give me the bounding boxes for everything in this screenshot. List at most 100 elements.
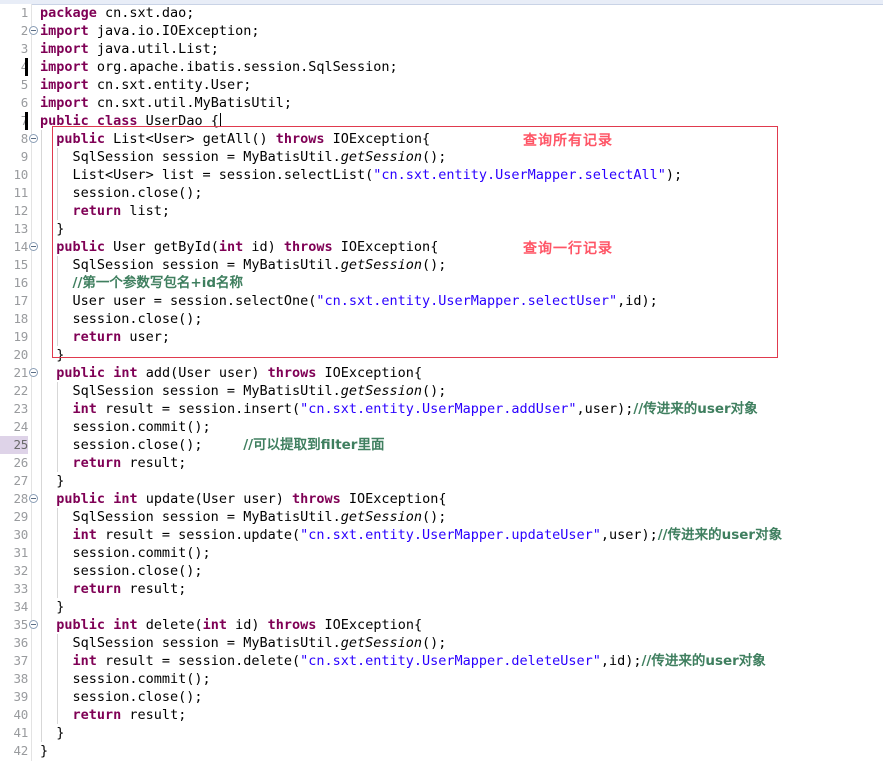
plain-code: id) [243, 239, 284, 255]
line-number: 32 [13, 563, 29, 578]
code-line[interactable]: 36 SqlSession session = MyBatisUtil.getS… [0, 634, 883, 652]
plain-code: (); [422, 149, 447, 165]
code-text: return list; [40, 202, 171, 220]
java-keyword: int [72, 527, 97, 543]
code-content-area[interactable]: 1 package cn.sxt.dao; 2 import java.io.IOEx… [0, 4, 883, 761]
line-number: 40 [13, 707, 29, 722]
code-line[interactable]: 26 return result; [0, 454, 883, 472]
fold-collapse-icon[interactable] [29, 26, 38, 35]
code-line[interactable]: 39 session.close(); [0, 688, 883, 706]
code-line[interactable]: 11 session.close(); [0, 184, 883, 202]
fold-collapse-icon[interactable] [29, 620, 38, 629]
string-literal: "cn.sxt.entity.UserMapper.deleteUser" [300, 653, 601, 669]
code-line[interactable]: 30 int result = session.update("cn.sxt.e… [0, 526, 883, 544]
java-keyword: int [113, 491, 138, 507]
plain-code: session.close(); [40, 185, 203, 201]
java-keyword: public [56, 239, 106, 255]
plain-code: ,user); [576, 401, 634, 417]
code-line[interactable]: 28 public int update(User user) throws I… [0, 490, 883, 508]
fold-collapse-icon[interactable] [29, 242, 38, 251]
code-text: SqlSession session = MyBatisUtil.getSess… [40, 382, 447, 400]
java-keyword: import [40, 23, 89, 39]
code-line[interactable]: 14 public User getById(int id) throws IO… [0, 238, 883, 256]
code-text: int result = session.insert("cn.sxt.enti… [40, 400, 758, 418]
line-number: 14 [13, 239, 29, 254]
plain-code: java.util.List; [88, 41, 219, 57]
code-line[interactable]: 37 int result = session.delete("cn.sxt.e… [0, 652, 883, 670]
code-line[interactable]: 23 int result = session.insert("cn.sxt.e… [0, 400, 883, 418]
code-line[interactable]: 35 public int delete(int id) throws IOEx… [0, 616, 883, 634]
code-line[interactable]: 38 session.commit(); [0, 670, 883, 688]
java-keyword: throws [275, 131, 325, 147]
code-line[interactable]: 5 import cn.sxt.entity.User; [0, 76, 883, 94]
code-line[interactable]: 29 SqlSession session = MyBatisUtil.getS… [0, 508, 883, 526]
plain-code: SqlSession session = MyBatisUtil. [40, 509, 341, 525]
code-line[interactable]: 12 return list; [0, 202, 883, 220]
plain-code [40, 275, 73, 291]
code-line[interactable]: 2 import java.io.IOException; [0, 22, 883, 40]
code-line[interactable]: 15 SqlSession session = MyBatisUtil.getS… [0, 256, 883, 274]
line-number: 42 [13, 743, 29, 758]
fold-collapse-icon[interactable] [29, 368, 38, 377]
code-text: session.commit(); [40, 418, 211, 436]
line-number: 9 [20, 149, 29, 164]
code-line[interactable]: 24 session.commit(); [0, 418, 883, 436]
plain-code: result; [121, 581, 187, 597]
code-line[interactable]: 9 SqlSession session = MyBatisUtil.getSe… [0, 148, 883, 166]
code-line[interactable]: 10 List<User> list = session.selectList(… [0, 166, 883, 184]
code-line[interactable]: 31 session.commit(); [0, 544, 883, 562]
code-line[interactable]: 25 session.close(); //可以提取到filter里面 [0, 436, 883, 454]
java-keyword: import [40, 59, 89, 75]
query-all-records: 查询所有记录 [523, 133, 613, 149]
code-line[interactable]: 33 return result; [0, 580, 883, 598]
fold-collapse-icon[interactable] [29, 494, 38, 503]
java-keyword: package [40, 5, 97, 21]
java-keyword: int [113, 365, 138, 381]
code-line[interactable]: 21 public int add(User user) throws IOEx… [0, 364, 883, 382]
code-line[interactable]: 13 } [0, 220, 883, 238]
code-line[interactable]: 4 import org.apache.ibatis.session.SqlSes… [0, 58, 883, 76]
java-keyword: throws [267, 365, 317, 381]
line-number: 21 [13, 365, 29, 380]
code-line[interactable]: 8 public List<User> getAll() throws IOEx… [0, 130, 883, 148]
code-line[interactable]: 20 } [0, 346, 883, 364]
code-line[interactable]: 22 SqlSession session = MyBatisUtil.getS… [0, 382, 883, 400]
code-comment: //传进来的user对象 [657, 527, 783, 543]
plain-code: (); [422, 509, 447, 525]
code-line[interactable]: 42} [0, 742, 883, 760]
plain-code: (); [422, 383, 447, 399]
code-line[interactable]: 18 session.close(); [0, 310, 883, 328]
code-text: public int update(User user) throws IOEx… [40, 490, 446, 508]
plain-code: UserDao { [137, 113, 219, 129]
code-line[interactable]: 3 import java.util.List; [0, 40, 883, 58]
plain-code: IOException{ [324, 131, 431, 147]
line-number: 22 [13, 383, 29, 398]
java-code-editor[interactable]: 1 package cn.sxt.dao; 2 import java.io.IOEx… [0, 0, 883, 761]
plain-code: ); [665, 167, 683, 183]
code-text: session.commit(); [40, 544, 211, 562]
code-text: return result; [40, 454, 187, 472]
code-text: import cn.sxt.entity.User; [40, 76, 251, 94]
code-line[interactable]: 19 return user; [0, 328, 883, 346]
line-number: 18 [13, 311, 29, 326]
plain-code [40, 581, 73, 597]
plain-code: (); [422, 257, 447, 273]
plain-code: cn.sxt.util.MyBatisUtil; [88, 95, 292, 111]
query-one-record: 查询一行记录 [523, 241, 613, 257]
code-text: import java.io.IOException; [40, 22, 259, 40]
code-line[interactable]: 1 package cn.sxt.dao; [0, 4, 883, 22]
code-line[interactable]: 34 } [0, 598, 883, 616]
line-number: 27 [13, 473, 29, 488]
plain-code: IOException{ [316, 617, 423, 633]
code-line[interactable]: 32 session.close(); [0, 562, 883, 580]
code-line[interactable]: 40 return result; [0, 706, 883, 724]
code-line[interactable]: 7 public class UserDao { [0, 112, 883, 130]
line-number: 20 [13, 347, 29, 362]
code-line[interactable]: 16 //第一个参数写包名+id名称 [0, 274, 883, 292]
fold-collapse-icon[interactable] [29, 134, 38, 143]
code-line[interactable]: 6 import cn.sxt.util.MyBatisUtil; [0, 94, 883, 112]
plain-code [40, 491, 56, 507]
code-line[interactable]: 17 User user = session.selectOne("cn.sxt… [0, 292, 883, 310]
code-line[interactable]: 27 } [0, 472, 883, 490]
code-line[interactable]: 41 } [0, 724, 883, 742]
